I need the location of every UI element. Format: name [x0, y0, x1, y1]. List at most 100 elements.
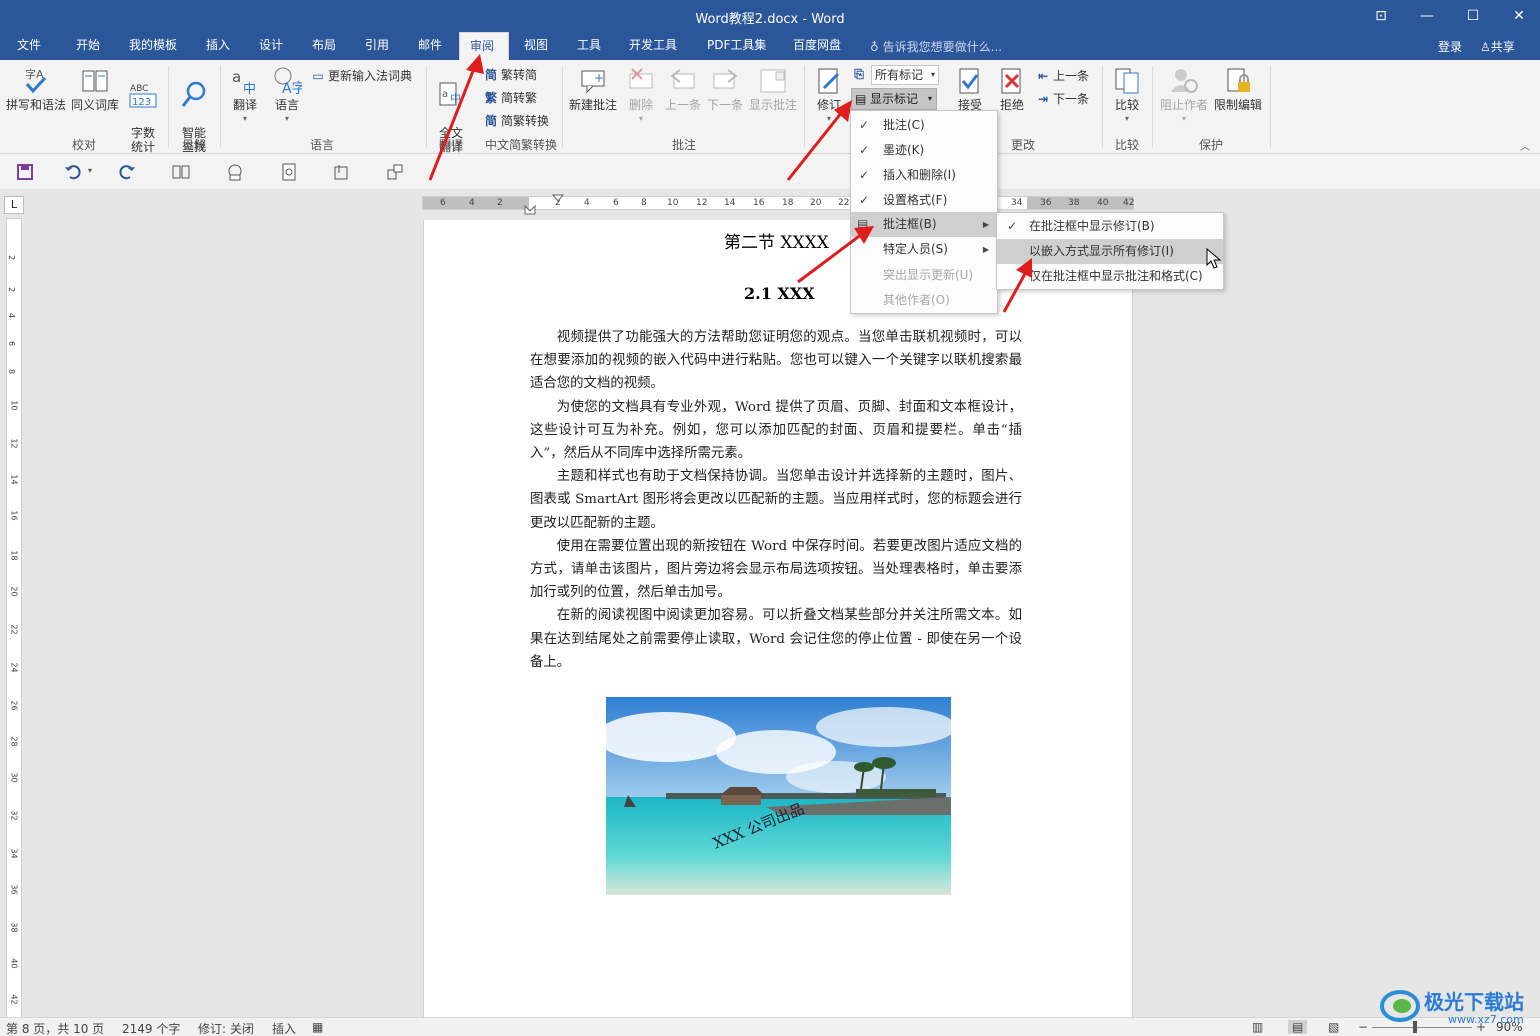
horizontal-ruler[interactable]: 6 4 2 2 4 6 8 10 12 14 16 18 20 22 34 36…	[422, 194, 1134, 215]
tab-my-templates[interactable]: 我的模板	[119, 32, 187, 60]
next-change-button[interactable]: ⇥ 下一条	[1036, 90, 1089, 107]
previous-comment-label: 上一条	[664, 98, 701, 112]
menu-item-specific-people[interactable]: 特定人员(S) ▶	[851, 237, 997, 262]
block-authors-button[interactable]: 阻止作者 ▾	[1156, 66, 1212, 126]
menu-item-highlight-updates[interactable]: 突出显示更新(U)	[851, 263, 997, 288]
translate-button[interactable]: a中 翻译 ▾	[224, 66, 266, 126]
first-line-indent-icon[interactable]	[551, 194, 565, 206]
show-comments-button[interactable]: 显示批注	[746, 66, 800, 112]
next-comment-button[interactable]: 下一条	[704, 66, 746, 112]
menu-item-formatting[interactable]: ✓ 设置格式(F)	[851, 188, 997, 213]
s2t-label: 简转繁	[501, 91, 538, 105]
menu-item-ink[interactable]: ✓ 墨迹(K)	[851, 138, 997, 163]
previous-comment-button[interactable]: 上一条	[662, 66, 704, 112]
tab-layout[interactable]: 布局	[302, 32, 346, 60]
display-for-review-combo[interactable]: 所有标记 ▾	[871, 65, 939, 85]
traditional-to-simplified-button[interactable]: 简繁转简	[484, 66, 537, 83]
read-mode-view-icon[interactable]: ▥	[1252, 1020, 1263, 1034]
accept-button[interactable]: 接受	[950, 66, 990, 112]
simplified-to-traditional-button[interactable]: 繁简转繁	[484, 89, 537, 106]
tab-mailings[interactable]: 邮件	[408, 32, 452, 60]
submenu-item-comments-formatting-in-balloons[interactable]: 仅在批注框中显示批注和格式(C)	[997, 264, 1223, 289]
dropdown-arrow-icon: ▾	[826, 114, 831, 123]
dropdown-arrow-icon: ▾	[1124, 114, 1129, 123]
redo-icon[interactable]	[118, 163, 136, 181]
beach-photo[interactable]: XXX 公司出品	[606, 697, 951, 895]
menu-item-other-authors[interactable]: 其他作者(O)	[851, 288, 997, 313]
restrict-editing-button[interactable]: 限制编辑	[1212, 66, 1264, 112]
save-icon[interactable]	[16, 163, 34, 181]
tab-view[interactable]: 视图	[514, 32, 558, 60]
delete-comment-button[interactable]: 删除 ▾	[620, 66, 662, 126]
menu-item-insertions-deletions[interactable]: ✓ 插入和删除(I)	[851, 163, 997, 188]
ruler-number: 34	[1011, 198, 1023, 208]
login-link[interactable]: 登录	[1438, 38, 1462, 55]
undo-icon[interactable]	[64, 163, 82, 181]
word-count[interactable]: 2149 个字	[122, 1020, 180, 1036]
group-separator	[1270, 66, 1271, 148]
print-preview-icon[interactable]	[280, 163, 298, 181]
menu-item-comments[interactable]: ✓ 批注(C)	[851, 113, 997, 138]
tab-review[interactable]: 审阅	[459, 32, 509, 60]
reject-button[interactable]: 拒绝	[992, 66, 1032, 112]
svg-text:字A: 字A	[25, 67, 44, 81]
close-icon[interactable]: ✕	[1504, 6, 1534, 26]
submenu-item-show-revisions-in-balloons[interactable]: ✓ 在批注框中显示修订(B)	[997, 214, 1223, 239]
group-label-comments: 批注	[671, 138, 696, 152]
update-ime-dictionary-button[interactable]: ▭ 更新输入法词典	[311, 67, 412, 84]
indent-marker-icon[interactable]	[523, 194, 537, 216]
compare-button[interactable]: 比较 ▾	[1106, 66, 1148, 126]
previous-change-button[interactable]: ⇤ 上一条	[1036, 67, 1089, 84]
tab-tools[interactable]: 工具	[567, 32, 611, 60]
submenu-item-show-all-revisions-inline[interactable]: 以嵌入方式显示所有修订(I)	[997, 239, 1223, 264]
tab-pdf-tools[interactable]: PDF工具集	[697, 32, 776, 60]
tab-insert[interactable]: 插入	[196, 32, 240, 60]
dropdown-arrow-icon: ▾	[242, 114, 247, 123]
tab-selector[interactable]: L	[4, 196, 24, 214]
web-layout-icon[interactable]	[226, 163, 244, 181]
tab-design[interactable]: 设计	[249, 32, 293, 60]
new-comment-button[interactable]: + 新建批注	[566, 66, 620, 112]
next-change-label: 下一条	[1053, 92, 1090, 106]
spelling-grammar-button[interactable]: 字A 拼写和语法	[4, 66, 68, 112]
ribbon-display-options-icon[interactable]: ⊡	[1366, 6, 1396, 26]
track-changes-button[interactable]: 修订 ▾	[808, 66, 850, 126]
undo-dropdown-icon[interactable]: ▾	[88, 166, 92, 175]
print-layout-view-icon[interactable]: ▤	[1288, 1020, 1308, 1034]
ruler-number: 22	[9, 624, 19, 635]
show-markup-button[interactable]: ▤ 显示标记 ▾	[851, 88, 937, 110]
language-button[interactable]: A字 语言 ▾	[266, 66, 308, 126]
minimize-icon[interactable]: —	[1412, 6, 1442, 26]
track-changes-status[interactable]: 修订: 关闭	[198, 1020, 254, 1036]
tab-file[interactable]: 文件	[7, 32, 51, 60]
tab-references[interactable]: 引用	[355, 32, 399, 60]
next-comment-label: 下一条	[706, 98, 743, 112]
tell-me-box[interactable]: ♁ 告诉我您想要做什么...	[870, 38, 1002, 55]
read-mode-icon[interactable]	[172, 163, 190, 181]
page-count[interactable]: 第 8 页，共 10 页	[6, 1020, 104, 1036]
chinese-conversion-button[interactable]: 简简繁转换	[484, 112, 549, 129]
next-change-icon: ⇥	[1037, 92, 1049, 106]
zoom-out-icon[interactable]: −	[1358, 1020, 1368, 1034]
customize-toolbar-icon[interactable]	[386, 163, 404, 181]
title-bar: Word教程2.docx - Word ⊡ — ☐ ✕	[0, 0, 1540, 32]
document-page[interactable]: 第二节 XXXX 2.1 XXX 视频提供了功能强大的方法帮助您证明您的观点。当…	[423, 220, 1133, 1020]
share-button[interactable]: ♙共享	[1480, 38, 1515, 55]
tab-home[interactable]: 开始	[66, 32, 110, 60]
document-body[interactable]: 视频提供了功能强大的方法帮助您证明您的观点。当您单击联机视频时，可以在想要添加的…	[530, 326, 1022, 674]
collapse-ribbon-icon[interactable]: ︿	[1520, 138, 1530, 153]
web-layout-view-icon[interactable]: ▧	[1328, 1020, 1339, 1034]
ruler-number: 20	[810, 198, 822, 208]
maximize-icon[interactable]: ☐	[1458, 6, 1488, 26]
ruler-number: 18	[782, 198, 794, 208]
insert-mode-status[interactable]: 插入	[272, 1020, 296, 1036]
touch-mode-icon[interactable]	[332, 163, 350, 181]
macro-record-icon[interactable]: ▦	[312, 1020, 323, 1034]
thesaurus-button[interactable]: 同义词库	[68, 66, 122, 112]
tab-baidu-netdisk[interactable]: 百度网盘	[783, 32, 851, 60]
vertical-ruler[interactable]: 2 2 4 6 8 10 12 14 16 18 20 22 24 26 28 …	[6, 218, 22, 1018]
dropdown-arrow-icon: ▾	[284, 114, 289, 123]
tab-developer[interactable]: 开发工具	[619, 32, 687, 60]
menu-item-balloons[interactable]: ▤ 批注框(B) ▶	[851, 212, 997, 237]
previous-comment-icon	[670, 69, 695, 89]
